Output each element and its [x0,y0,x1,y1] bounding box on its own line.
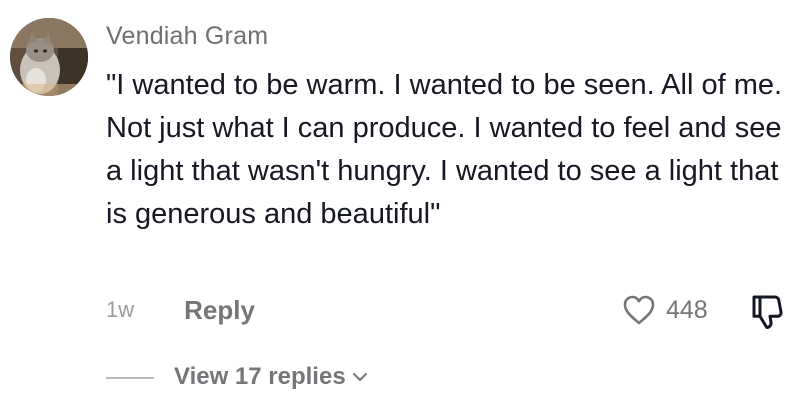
view-replies-label: View 17 replies [174,363,346,390]
comment-item: Vendiah Gram "I wanted to be warm. I wan… [0,0,804,410]
thumbs-down-icon [752,295,783,329]
avatar-cat-photo [10,18,88,96]
heart-outline-icon [623,295,655,325]
like-count: 448 [666,295,708,324]
comment-author[interactable]: Vendiah Gram [106,22,268,51]
reply-button[interactable]: Reply [184,295,255,326]
comment-timestamp: 1w [106,297,135,322]
replies-divider [106,377,154,379]
avatar[interactable] [10,18,88,96]
like-button[interactable]: 448 [622,292,708,328]
comment-meta: 1w Reply [106,293,255,327]
view-replies-button[interactable]: View 17 replies [174,363,368,391]
comment-text: "I wanted to be warm. I wanted to be see… [106,69,783,230]
chevron-down-icon [352,373,367,381]
dislike-button[interactable] [746,292,786,332]
